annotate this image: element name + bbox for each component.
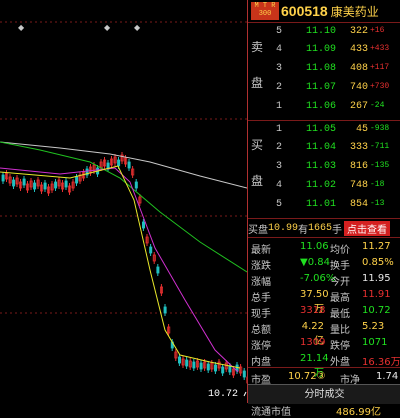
ma20-line	[0, 142, 247, 272]
ask-row-3[interactable]: 3 11.08 408 +117	[248, 61, 400, 77]
stats-row: 涨幅 -7.06% 今开 11.95	[248, 271, 400, 287]
stats-l2: 今开	[330, 273, 350, 288]
stats-v2: 0.85%	[362, 257, 394, 268]
candle-body	[193, 362, 195, 368]
bid-row-5[interactable]: 5 11.01 854 -13	[248, 197, 400, 213]
candle-body	[34, 183, 36, 189]
ask-row-2[interactable]: 2 11.07 740 +730	[248, 80, 400, 96]
candle-body	[150, 247, 152, 253]
market-row: 市盈10.72③市净1.74	[248, 369, 400, 385]
candle-body	[207, 364, 209, 370]
candle-body	[2, 175, 4, 181]
candle-body	[164, 307, 166, 313]
stats-row: 总手37.50万最高11.91	[248, 287, 400, 303]
tab-time-sales[interactable]: 分时成交	[248, 384, 400, 404]
market-v2: 1.74	[376, 371, 398, 382]
stats-l2: 最低	[330, 305, 350, 320]
stats-v2: 11.95	[362, 273, 391, 284]
stats-l1: 涨幅	[251, 273, 271, 288]
stats-v2: 10.72	[362, 305, 391, 316]
candle-body	[186, 360, 188, 366]
market-l1: 流通市值	[251, 403, 291, 418]
candle-body	[55, 182, 57, 188]
stats-l1: 涨停	[251, 337, 271, 352]
ma10-line	[0, 168, 238, 372]
stats-row: 涨停 1309 跌停 1071	[248, 335, 400, 351]
stats-v2: 16.36万	[362, 353, 400, 368]
stats-l1: 涨跌	[251, 257, 271, 272]
candle-body	[65, 181, 67, 187]
stats-v2: 5.23	[362, 321, 384, 332]
stats-v2: 11.91	[362, 289, 391, 300]
stats-l1: 现手	[251, 305, 271, 320]
ask-row-4[interactable]: 4 11.09 433 +433	[248, 42, 400, 58]
bid-row-1[interactable]: 1 11.05 45 -938	[248, 122, 400, 138]
top-marker: ◆	[104, 23, 111, 32]
stats-row: 总额4.22亿量比5.23	[248, 319, 400, 335]
sell-book: 卖 盘 5 11.10 322 +16 4 11.09 433 +433 3 1…	[248, 23, 400, 121]
bid-row-3[interactable]: 3 11.03 816 -135	[248, 159, 400, 175]
market-v1: 486.99亿	[336, 403, 381, 418]
stats-l2: 外盘	[330, 353, 350, 368]
candle-body	[178, 357, 180, 363]
candle-body	[222, 367, 224, 373]
stats-v1: ▼0.84	[300, 257, 324, 268]
candle-body	[44, 183, 46, 189]
top-marker: ◆	[18, 23, 25, 32]
candle-body	[243, 371, 245, 377]
stats-l1: 最新	[251, 241, 271, 256]
buy-book: 买 盘 1 11.05 45 -938 2 11.04 333 -711 3 1…	[248, 121, 400, 219]
stats-v1: 1309	[300, 337, 324, 348]
price-chart[interactable]: ◆ ◆ ◆ 10.72	[0, 0, 247, 403]
stats-l2: 换手	[330, 257, 350, 272]
low-arrow	[244, 392, 246, 396]
quote-panel: M T R 300 600518 康美药业 卖 盘 5 11.10 322 +1…	[247, 0, 400, 403]
stock-code: 600518	[281, 3, 328, 19]
stock-header: M T R 300 600518 康美药业	[248, 0, 400, 23]
candle-body	[142, 222, 144, 228]
stats-l2: 最高	[330, 289, 350, 304]
stats-v1: -7.06%	[300, 273, 324, 284]
stats-v2: 1071	[362, 337, 387, 348]
stats-l2: 量比	[330, 321, 350, 336]
market-v1: 10.72③	[288, 371, 326, 382]
stats-table: 最新 11.06 均价 11.27 涨跌 ▼0.84 换手 0.85% 涨幅 -7.06% 今开 11…	[248, 238, 400, 368]
stats-l1: 总手	[251, 289, 271, 304]
candle-body	[118, 160, 120, 166]
bid-row-4[interactable]: 4 11.02 748 -18	[248, 178, 400, 194]
stats-l2: 跌停	[330, 337, 350, 352]
stats-row: 现手 3318 最低 10.72	[248, 303, 400, 319]
stats-l2: 均价	[330, 241, 350, 256]
ask-row-5[interactable]: 5 11.10 322 +16	[248, 24, 400, 40]
candle-body	[13, 180, 15, 186]
view-details-button[interactable]: 点击查看	[344, 221, 390, 236]
bid-row-2[interactable]: 2 11.04 333 -711	[248, 140, 400, 156]
stats-l1: 内盘	[251, 353, 271, 368]
stats-v2: 11.27	[362, 241, 391, 252]
buy-summary-bar: 买盘 10.99 有 1665 手 点击查看	[248, 219, 400, 238]
candle-body	[229, 366, 231, 372]
candle-body	[135, 182, 137, 188]
top-marker: ◆	[134, 23, 141, 32]
ask-row-1[interactable]: 1 11.06 267 -24	[248, 99, 400, 115]
stats-l1: 总额	[251, 321, 271, 336]
candle-body	[214, 365, 216, 371]
stock-name: 康美药业	[331, 3, 379, 20]
candle-body	[76, 177, 78, 183]
stats-row: 最新 11.06 均价 11.27	[248, 239, 400, 255]
candle-body	[128, 162, 130, 168]
stats-v1: 3318	[300, 305, 324, 316]
candle-body	[23, 179, 25, 185]
stats-v1: 11.06	[300, 241, 324, 252]
low-price-label: 10.72	[208, 389, 238, 400]
stats-row: 涨跌 ▼0.84 换手 0.85%	[248, 255, 400, 271]
stats-row: 内盘21.14万外盘16.36万	[248, 351, 400, 367]
market-badge: M T R 300	[251, 2, 279, 20]
candle-body	[200, 363, 202, 369]
ma5-line	[0, 166, 240, 368]
candle-body	[157, 267, 159, 273]
